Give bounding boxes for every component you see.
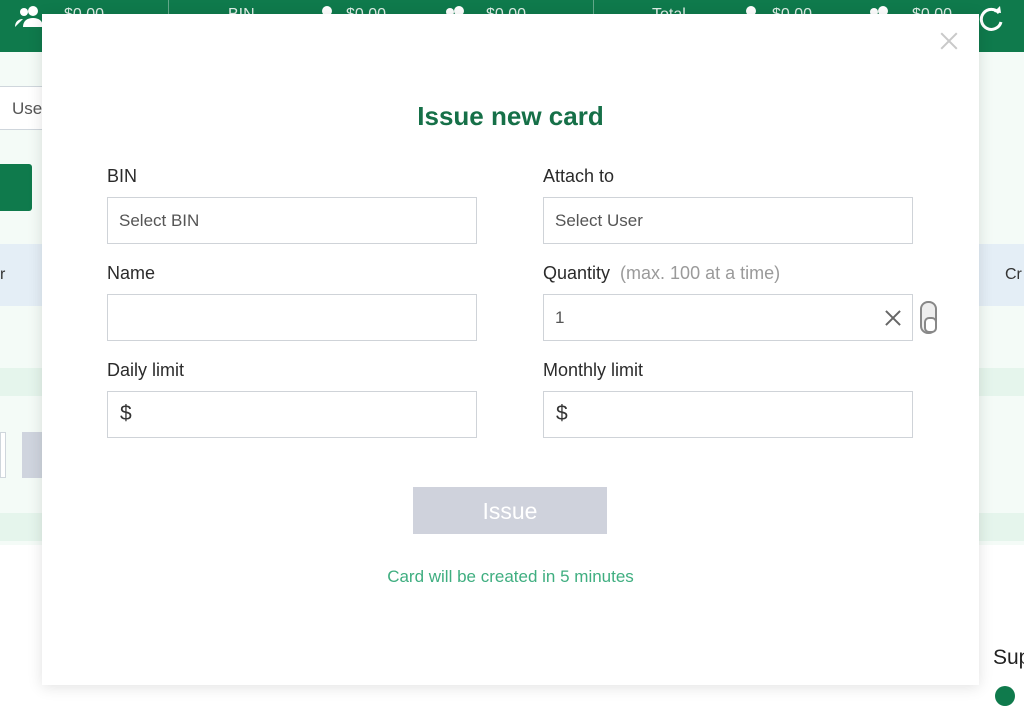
bin-select[interactable]: Select BIN xyxy=(107,197,477,244)
pagination-box[interactable] xyxy=(0,432,6,478)
quantity-label: Quantity (max. 100 at a time) xyxy=(543,263,780,284)
attach-to-label: Attach to xyxy=(543,166,615,186)
name-label: Name xyxy=(107,263,156,283)
table-header-cell: Cr xyxy=(1005,266,1022,283)
user-select[interactable]: Select User xyxy=(543,197,913,244)
quantity-input[interactable]: 1 xyxy=(543,294,913,341)
background-action-button[interactable] xyxy=(0,164,32,211)
quantity-label-text: Quantity xyxy=(543,263,611,283)
issue-button[interactable]: Issue xyxy=(413,487,607,534)
daily-limit-input[interactable]: $ xyxy=(107,391,477,438)
support-heading: Sup xyxy=(993,646,1024,669)
refresh-icon[interactable] xyxy=(976,4,1006,34)
scroll-handle[interactable] xyxy=(920,301,937,334)
name-input[interactable] xyxy=(107,294,477,341)
bin-label: BIN xyxy=(107,166,138,186)
monthly-limit-input[interactable]: $ xyxy=(543,391,913,438)
table-header-cell: r xyxy=(0,266,6,283)
daily-limit-label: Daily limit xyxy=(107,360,185,380)
quantity-hint: (max. 100 at a time) xyxy=(620,263,781,283)
clear-icon[interactable] xyxy=(884,309,902,327)
users-icon xyxy=(15,6,43,27)
monthly-limit-label: Monthly limit xyxy=(543,360,644,380)
telegram-icon[interactable] xyxy=(995,686,1015,706)
close-icon[interactable] xyxy=(937,29,961,53)
modal-title: Issue new card xyxy=(417,101,604,131)
creation-note: Card will be created in 5 minutes xyxy=(387,567,634,586)
